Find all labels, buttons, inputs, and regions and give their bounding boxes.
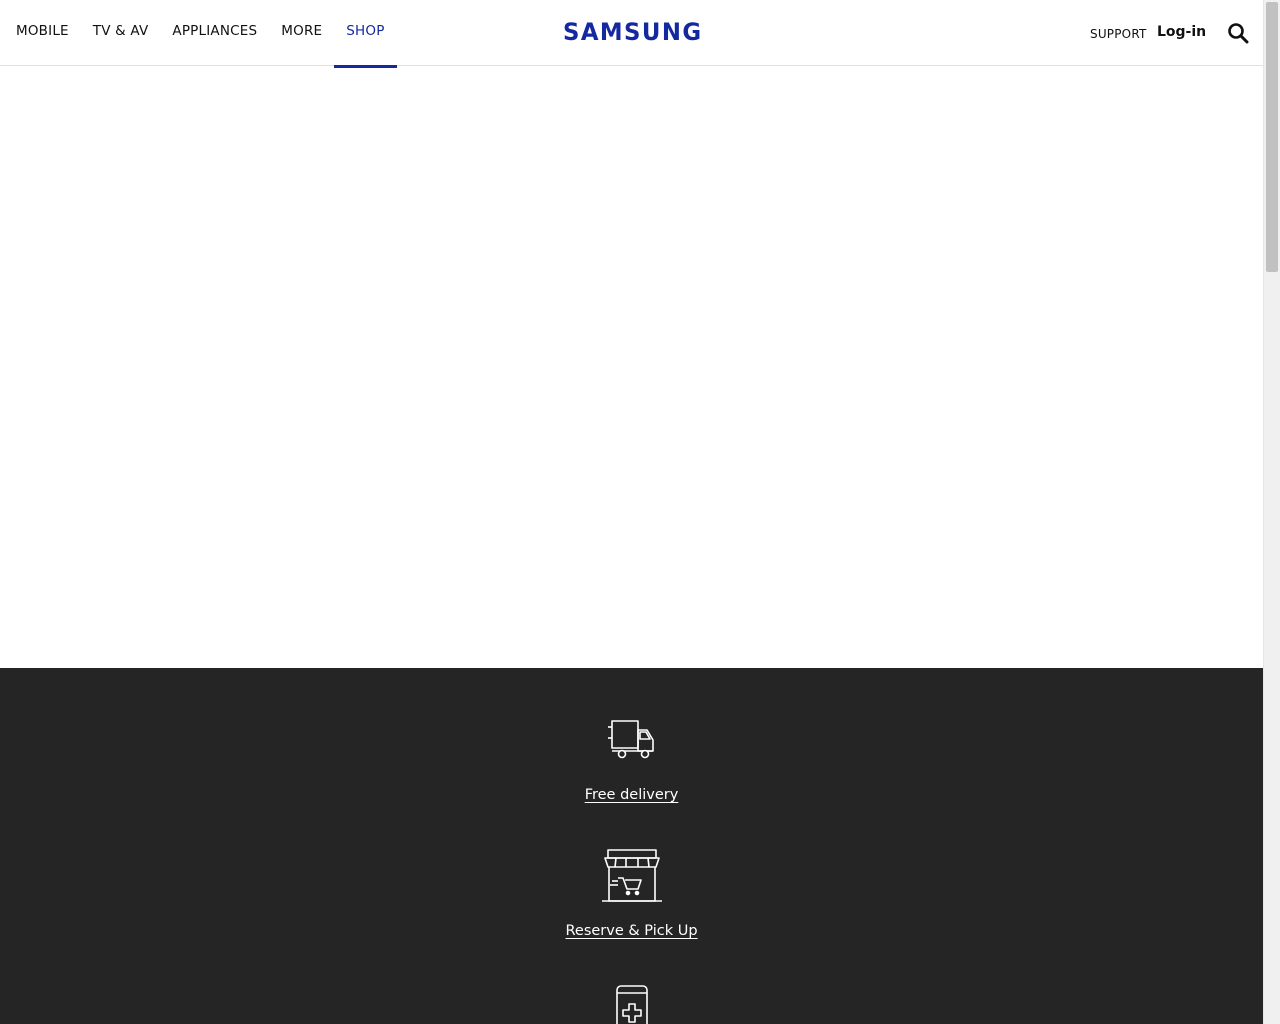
header: MOBILE TV & AV APPLIANCES MORE SHOP SAMS… [0,0,1263,68]
phone-repair-icon [615,985,648,1024]
support-link[interactable]: SUPPORT [1090,27,1147,41]
service-phone-repair [0,984,1263,1024]
nav-item-mobile[interactable]: MOBILE [16,0,81,65]
services-section: Free delivery Reserve & Pick Up [0,668,1263,1024]
store-cart-icon [601,849,662,902]
vertical-scrollbar[interactable] [1263,0,1280,1024]
nav-item-more[interactable]: MORE [269,0,334,65]
service-reserve-pickup: Reserve & Pick Up [0,848,1263,939]
service-free-delivery: Free delivery [0,718,1263,803]
delivery-truck-icon [607,720,654,759]
reserve-pickup-link[interactable]: Reserve & Pick Up [565,923,697,939]
search-icon[interactable] [1227,22,1249,44]
free-delivery-link[interactable]: Free delivery [585,787,679,803]
login-link[interactable]: Log-in [1157,24,1206,40]
nav-item-tv-av[interactable]: TV & AV [81,0,161,65]
nav-item-shop[interactable]: SHOP [334,0,397,68]
page: MOBILE TV & AV APPLIANCES MORE SHOP SAMS… [0,0,1280,1024]
samsung-logo[interactable]: SAMSUNG [563,18,702,46]
main-nav: MOBILE TV & AV APPLIANCES MORE SHOP [16,0,397,68]
nav-item-appliances[interactable]: APPLIANCES [160,0,269,65]
scrollbar-thumb[interactable] [1266,2,1278,272]
